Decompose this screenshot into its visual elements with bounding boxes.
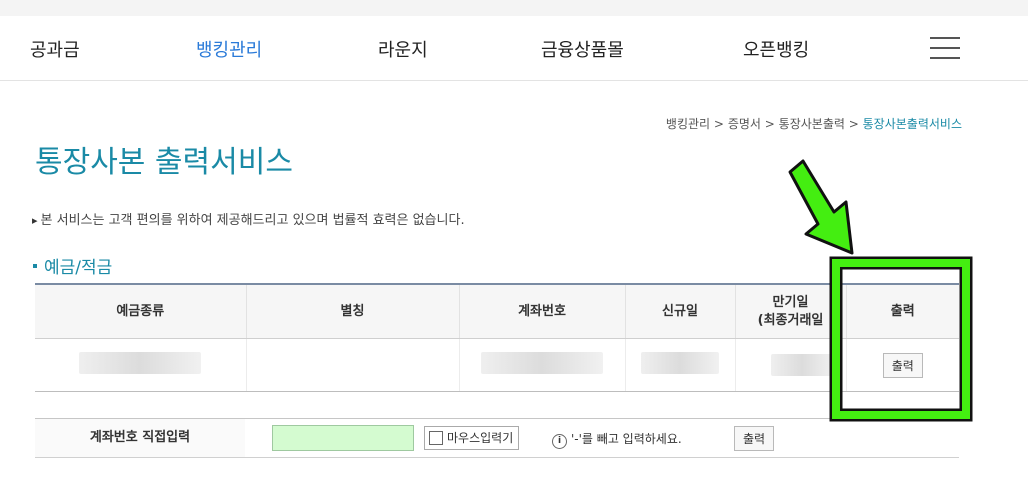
arrow-down-right-icon: [788, 159, 854, 255]
column-header-account-number: 계좌번호: [458, 283, 625, 339]
top-navigation: 공과금 뱅킹관리 라운지 금융상품몰 오픈뱅킹: [0, 16, 1028, 81]
mouse-keyboard-toggle[interactable]: 마우스입력기: [424, 426, 520, 450]
breadcrumb-separator: >: [764, 117, 775, 131]
info-icon: i: [552, 434, 567, 449]
cell-deposit-type: [35, 338, 246, 392]
column-header-deposit-type: 예금종류: [35, 283, 246, 339]
account-number-input[interactable]: [272, 425, 414, 451]
input-hint-text: '-'를 빼고 입력하세요.: [571, 432, 682, 446]
blurred-text: [641, 352, 719, 374]
breadcrumb-item-banking[interactable]: 뱅킹관리: [666, 117, 710, 131]
section-title-text: 예금/적금: [44, 258, 113, 278]
direct-print-button[interactable]: 출력: [734, 426, 775, 451]
maturity-partial-text: 3: [833, 357, 842, 373]
nav-item-open-banking[interactable]: 오픈뱅킹: [743, 36, 809, 62]
breadcrumb: 뱅킹관리 > 증명서 > 통장사본출력 > 통장사본출력서비스: [666, 115, 962, 132]
section-title: 예금/적금: [33, 253, 112, 278]
direct-input-label: 계좌번호 직접입력: [35, 419, 245, 457]
input-hint: i '-'를 빼고 입력하세요.: [552, 430, 682, 449]
breadcrumb-item-certificates[interactable]: 증명서: [728, 117, 761, 131]
breadcrumb-separator: >: [848, 117, 859, 131]
checkbox-icon[interactable]: [429, 430, 443, 445]
breadcrumb-current: 통장사본출력서비스: [862, 117, 962, 131]
page-title: 통장사본 출력서비스: [35, 145, 293, 180]
column-header-open-date: 신규일: [624, 283, 735, 339]
column-header-maturity-date: 만기일 (최종거래일: [734, 283, 846, 339]
breadcrumb-item-passbook-print[interactable]: 통장사본출력: [779, 117, 845, 131]
blurred-text: [79, 352, 202, 374]
column-header-print: 출력: [845, 283, 959, 339]
breadcrumb-separator: >: [713, 117, 724, 131]
notice-text: 본 서비스는 고객 편의를 위하여 제공해드리고 있으며 법률적 효력은 없습니…: [40, 213, 465, 228]
cell-open-date: [624, 338, 735, 392]
cell-account-number: [458, 338, 625, 392]
notice-arrow-icon: ▸: [32, 214, 38, 227]
row-print-button[interactable]: 출력: [882, 352, 923, 378]
accounts-table: 예금종류 별칭 계좌번호 신규일 만기일 (최종거래일 출력 3 출력: [35, 283, 959, 392]
nav-item-lounge[interactable]: 라운지: [378, 36, 428, 62]
mouse-keyboard-label: 마우스입력기: [447, 431, 514, 445]
table-header-row: 예금종류 별칭 계좌번호 신규일 만기일 (최종거래일 출력: [35, 283, 959, 339]
nav-item-financial-mall[interactable]: 금융상품몰: [541, 36, 624, 62]
hamburger-menu-icon[interactable]: [930, 37, 960, 59]
cell-nickname: [245, 338, 459, 392]
nav-item-utility-bills[interactable]: 공과금: [30, 36, 80, 62]
service-notice: ▸ 본 서비스는 고객 편의를 위하여 제공해드리고 있으며 법률적 효력은 없습…: [32, 209, 465, 228]
bullet-icon: [33, 264, 37, 268]
cell-maturity-date: 3: [734, 338, 846, 392]
column-header-nickname: 별칭: [245, 283, 459, 339]
table-row: 3 출력: [35, 338, 959, 392]
column-header-maturity-line2: (최종거래일: [757, 312, 824, 328]
cell-print: 출력: [845, 338, 959, 392]
blurred-text: [481, 352, 603, 374]
top-strip: [0, 0, 1028, 16]
column-header-maturity-line1: 만기일: [772, 294, 809, 310]
blurred-text: [771, 354, 834, 376]
direct-input-row: 계좌번호 직접입력 마우스입력기 i '-'를 빼고 입력하세요. 출력: [35, 418, 959, 458]
nav-item-banking-management[interactable]: 뱅킹관리: [196, 36, 262, 62]
